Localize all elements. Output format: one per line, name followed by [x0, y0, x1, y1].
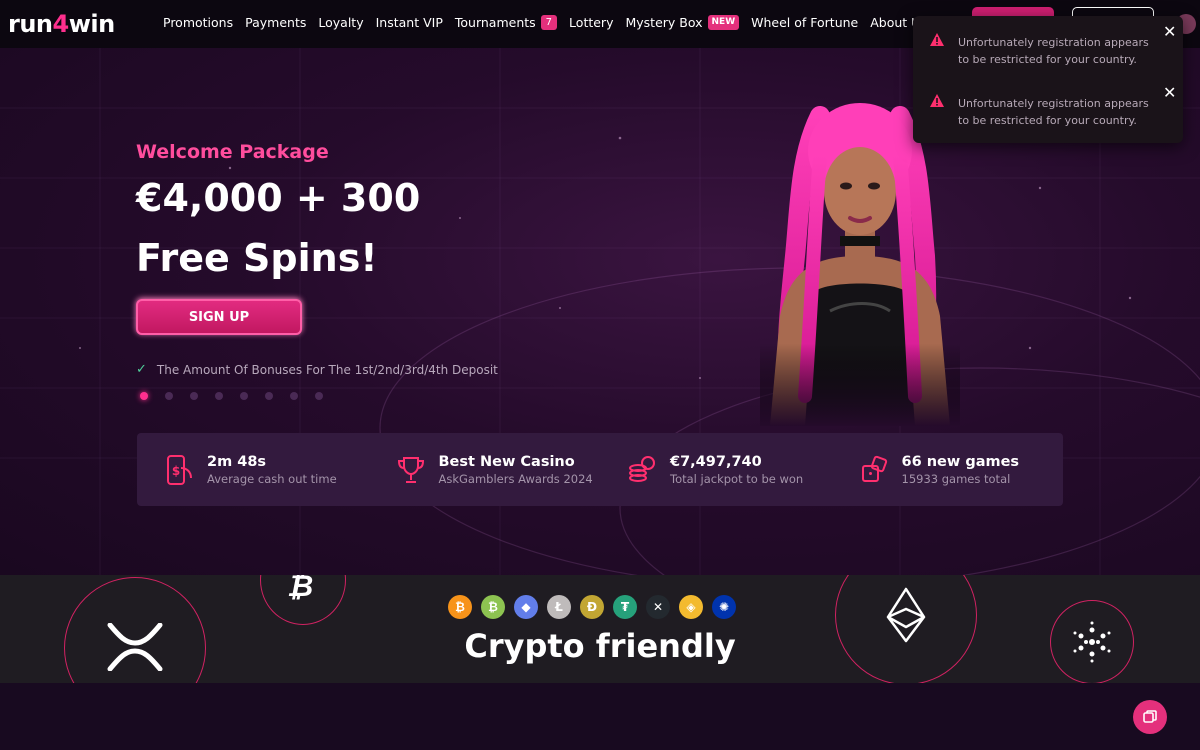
nav-wheel-of-fortune[interactable]: Wheel of Fortune — [751, 15, 858, 30]
stat-value: 2m 48s — [207, 453, 267, 470]
signup-button[interactable]: SIGN UP — [136, 299, 302, 335]
logo-text-win: win — [68, 10, 115, 38]
stat-label: Total jackpot to be won — [670, 471, 804, 486]
dogecoin-coin-icon: Ð — [580, 595, 604, 619]
nav-instant-vip[interactable]: Instant VIP — [376, 15, 443, 30]
nav-label: Loyalty — [318, 15, 364, 30]
stat-label: AskGamblers Awards 2024 — [438, 471, 593, 486]
carousel-dots — [140, 392, 323, 400]
carousel-dot[interactable] — [265, 392, 273, 400]
nav-label: Payments — [245, 15, 307, 30]
carousel-dot[interactable] — [315, 392, 323, 400]
ethereum-coin-icon: ◆ — [514, 595, 538, 619]
stat-award: Best New Casino AskGamblers Awards 2024 — [369, 433, 601, 506]
nav-label: Promotions — [163, 15, 234, 30]
toast-message: Unfortunately registration appears to be… — [958, 97, 1149, 127]
close-icon[interactable]: ✕ — [1163, 22, 1176, 41]
hero-title-spins: Free Spins! — [136, 236, 378, 280]
coins-icon — [629, 455, 655, 482]
bitcoin-icon: ₿ — [287, 575, 314, 604]
crypto-coin-list: ₿ ₿ ◆ Ł Ð ₮ ✕ ◈ ✺ — [448, 595, 736, 619]
warning-icon — [930, 33, 944, 46]
chat-button[interactable] — [1133, 700, 1167, 734]
phone-cash-icon: $ — [167, 454, 192, 485]
error-toast: Unfortunately registration appears to be… — [913, 77, 1183, 137]
hero-subtitle: Welcome Package — [136, 141, 329, 163]
stat-value: Best New Casino — [438, 453, 575, 470]
nav-label: Tournaments — [454, 15, 536, 30]
stat-label: Average cash out time — [207, 471, 337, 486]
hero-character-illustration — [760, 96, 960, 426]
logo-text-run: run — [8, 10, 53, 38]
notification-stack: Unfortunately registration appears to be… — [913, 16, 1183, 143]
toast-message: Unfortunately registration appears to be… — [958, 36, 1149, 66]
lower-section — [0, 683, 1200, 750]
check-icon: ✓ — [136, 362, 147, 377]
bitcoin-coin-icon: ₿ — [448, 595, 472, 619]
binance-coin-icon: ◈ — [679, 595, 703, 619]
nav-loyalty[interactable]: Loyalty — [318, 15, 363, 30]
svg-text:$: $ — [172, 464, 180, 478]
warning-icon — [930, 94, 944, 107]
crypto-section: ₿ ₿ ₿ ◆ Ł Ð ₮ ✕ ◈ ✺ Crypto friendly — [0, 575, 1200, 683]
tether-coin-icon: ₮ — [613, 595, 637, 619]
nav-label: Lottery — [569, 15, 614, 30]
bonus-note: ✓ The Amount Of Bonuses For The 1st/2nd/… — [136, 362, 498, 377]
stat-cashout: $ 2m 48s Average cash out time — [137, 433, 369, 506]
logo-text-four: 4 — [52, 10, 70, 38]
carousel-dot[interactable] — [140, 392, 148, 400]
nav-lottery[interactable]: Lottery — [569, 15, 613, 30]
dice-icon — [861, 455, 887, 482]
nav-tournaments[interactable]: Tournaments 7 — [454, 15, 558, 30]
close-icon[interactable]: ✕ — [1163, 83, 1176, 102]
bonus-note-text: The Amount Of Bonuses For The 1st/2nd/3r… — [156, 362, 498, 377]
carousel-dot[interactable] — [165, 392, 173, 400]
carousel-dot[interactable] — [240, 392, 248, 400]
site-logo[interactable]: run4win — [8, 10, 115, 38]
ripple-coin-icon: ✕ — [646, 595, 670, 619]
trophy-icon — [397, 456, 424, 483]
crypto-title: Crypto friendly — [464, 627, 736, 665]
tournaments-count-badge: 7 — [540, 15, 558, 30]
nav-label: Mystery Box — [625, 15, 703, 30]
litecoin-coin-icon: Ł — [547, 595, 571, 619]
hero-title-amount: €4,000 + 300 — [136, 176, 421, 220]
stat-value: 66 new games — [901, 453, 1020, 470]
nav-promotions[interactable]: Promotions — [163, 15, 233, 30]
stat-jackpot: €7,497,740 Total jackpot to be won — [600, 433, 832, 506]
nav-label: Wheel of Fortune — [751, 15, 859, 30]
carousel-dot[interactable] — [290, 392, 298, 400]
stat-value: €7,497,740 — [670, 453, 762, 470]
cardano-coin-icon: ✺ — [712, 595, 736, 619]
nav-label: Instant VIP — [375, 15, 443, 30]
new-badge: NEW — [707, 15, 740, 30]
stat-label: 15933 games total — [901, 471, 1011, 486]
bitcoin-cash-coin-icon: ₿ — [481, 595, 505, 619]
error-toast: Unfortunately registration appears to be… — [913, 16, 1183, 76]
carousel-dot[interactable] — [190, 392, 198, 400]
carousel-dot[interactable] — [215, 392, 223, 400]
main-nav: Promotions Payments Loyalty Instant VIP … — [163, 15, 939, 30]
chat-icon — [1143, 710, 1157, 723]
stat-games: 66 new games 15933 games total — [832, 433, 1064, 506]
nav-mystery-box[interactable]: Mystery Box NEW — [625, 15, 740, 30]
stats-bar: $ 2m 48s Average cash out time Best New … — [137, 433, 1063, 506]
nav-payments[interactable]: Payments — [245, 15, 306, 30]
